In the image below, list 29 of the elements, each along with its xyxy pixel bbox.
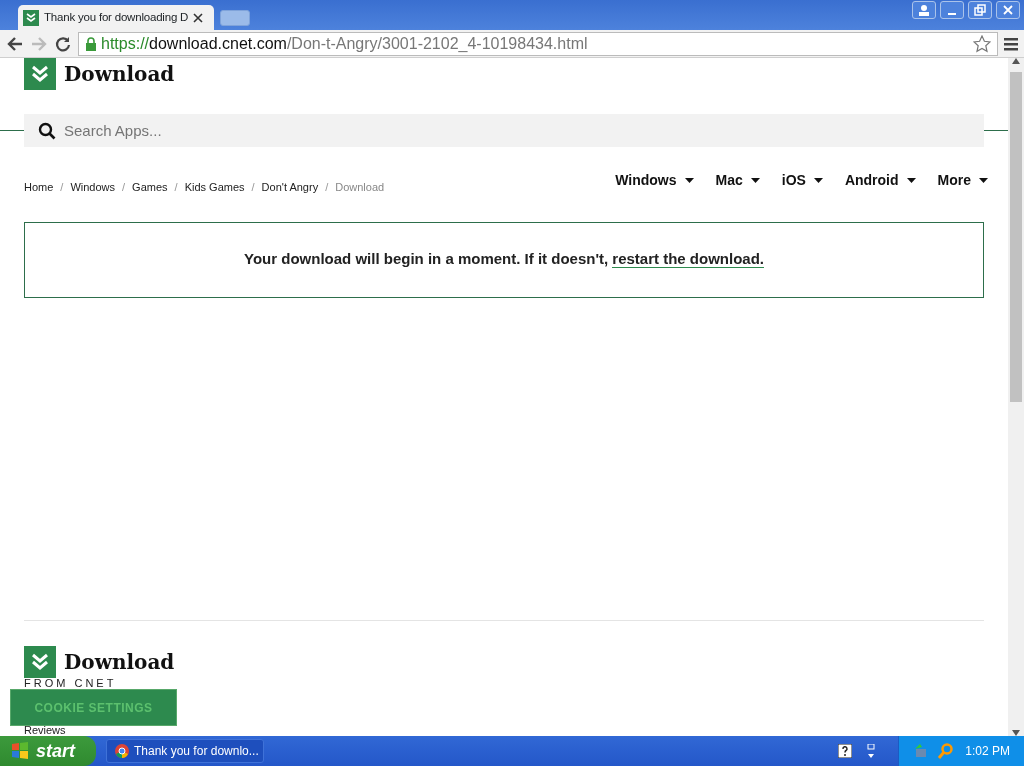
logo-text[interactable]: Download [64,646,175,677]
address-bar[interactable]: https://download.cnet.com/Don-t-Angry/3001-2102_4-10198434.html [78,31,998,56]
search-field[interactable]: Search Apps... [24,114,984,147]
breadcrumb-link[interactable]: Kids Games [184,179,245,196]
footer-link[interactable]: Reviews [24,723,984,736]
tagline: FROM CNET [24,676,118,689]
logo-text[interactable]: Download [64,59,175,89]
notice-text: Your download will begin in a moment. If it doesn't, restart the download. [244,249,764,271]
tab-title: Thank you for downloading D [44,9,189,25]
start-button[interactable]: start [0,736,96,766]
nav-menu[interactable]: More [937,169,988,191]
taskbar-window-button[interactable]: Thank you for downlo... [106,739,264,763]
breadcrumb-separator: / [174,180,178,195]
nav-menu[interactable]: Windows [615,169,694,191]
breadcrumb-separator: / [60,180,64,195]
nav-menu[interactable]: iOS [781,169,823,191]
breadcrumb-link[interactable]: Home [24,179,54,196]
breadcrumb-separator: / [325,180,329,195]
breadcrumb-separator: / [251,180,255,195]
breadcrumb-link[interactable]: Games [132,179,168,196]
breadcrumb-link[interactable]: Windows [70,179,116,196]
breadcrumb-link[interactable]: Don't Angry [261,179,319,196]
browser-tab[interactable]: Thank you for downloading D [18,5,214,30]
url-text: https://download.cnet.com/Don-t-Angry/3001-2102_4-10198434.html [101,33,588,54]
breadcrumb-separator: / [122,180,126,195]
clock: 1:02 PM [965,743,1010,760]
nav-menu[interactable]: Android [844,169,916,191]
restart-link[interactable]: restart the download. [612,250,764,269]
nav-menu[interactable]: Mac [715,169,760,191]
